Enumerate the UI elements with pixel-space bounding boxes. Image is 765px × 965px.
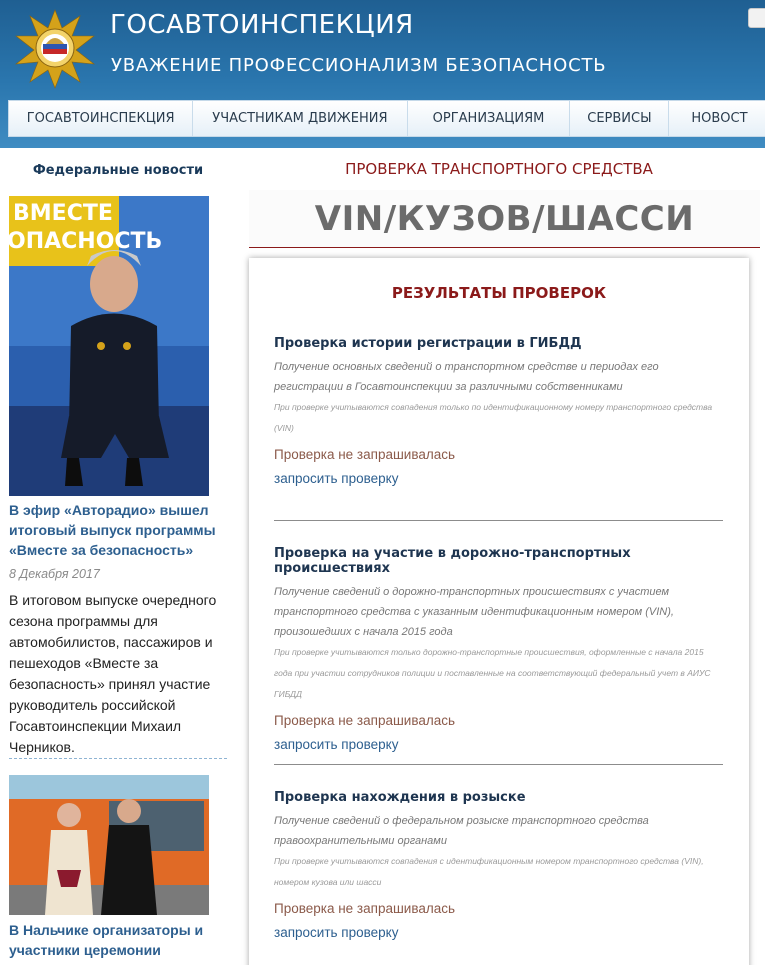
check-description: Получение основных сведений о транспортн… [274,361,659,393]
news-title-link[interactable]: В эфир «Авторадио» вышел итоговый выпуск… [9,500,231,560]
check-title: Проверка нахождения в розыске [274,790,526,805]
check-separator [274,520,723,521]
nav-item-services[interactable]: СЕРВИСЫ [570,101,670,136]
check-note: При проверке учитываются совпадения с ид… [274,856,704,887]
news-divider [9,758,227,759]
nav-item-gosavtoinspekciya[interactable]: ГОСАВТОИНСПЕКЦИЯ [9,101,194,136]
request-check-link[interactable]: запросить проверку [274,737,724,752]
federal-news-sidebar: Федеральные новости ВМЕСТЕ ОПАСНОСТЬ В э… [0,148,240,965]
main-navigation: ГОСАВТОИНСПЕКЦИЯ УЧАСТНИКАМ ДВИЖЕНИЯ ОРГ… [8,100,765,137]
check-status: Проверка не запрашивалась [274,901,456,916]
request-check-link[interactable]: запросить проверку [274,925,724,940]
gibdd-emblem-logo[interactable] [12,6,98,90]
check-separator [274,764,723,765]
check-note: При проверке учитываются только дорожно-… [274,647,711,699]
check-title: Проверка на участие в дорожно-транспортн… [274,546,631,576]
news-summary: В итоговом выпуске очередного сезона про… [9,592,217,755]
photo-caption-line2: ОПАСНОСТЬ [9,229,162,254]
check-description: Получение сведений о федеральном розыске… [274,815,649,847]
nav-item-organizations[interactable]: ОРГАНИЗАЦИЯМ [408,101,571,136]
check-status: Проверка не запрашивалась [274,447,456,462]
sidebar-heading: Федеральные новости [32,163,204,178]
nav-item-news[interactable]: НОВОСТ [669,101,765,136]
check-description: Получение сведений о дорожно-транспортны… [274,586,674,638]
page-title: ПРОВЕРКА ТРАНСПОРТНОГО СРЕДСТВА [345,160,653,178]
site-slogan: УВАЖЕНИЕ ПРОФЕССИОНАЛИЗМ БЕЗОПАСНОСТЬ [111,55,607,76]
site-title[interactable]: ГОСАВТОИНСПЕКЦИЯ [110,10,414,40]
check-block-registration: Проверка истории регистрации в ГИБДД Пол… [274,336,724,486]
results-card: РЕЗУЛЬТАТЫ ПРОВЕРОК Проверка истории рег… [249,258,749,965]
search-box-edge[interactable] [748,8,765,28]
vin-header-box: VIN/КУЗОВ/ШАССИ [249,190,760,248]
news-title-link-2[interactable]: В Нальчике организаторы и участники цере… [9,920,231,960]
request-check-link[interactable]: запросить проверку [274,471,724,486]
results-heading: РЕЗУЛЬТАТЫ ПРОВЕРОК [391,284,607,302]
check-status: Проверка не запрашивалась [274,713,456,728]
check-block-accidents: Проверка на участие в дорожно-транспортн… [274,546,724,752]
news-photo-studio[interactable]: ВМЕСТЕ ОПАСНОСТЬ [9,196,209,496]
check-note: При проверке учитываются совпадения толь… [274,402,713,433]
news-date: 8 Декабря 2017 [9,567,100,581]
photo-caption-line1: ВМЕСТЕ [13,201,113,226]
vin-title: VIN/КУЗОВ/ШАССИ [314,199,695,239]
check-title: Проверка истории регистрации в ГИБДД [274,336,582,351]
nav-item-participants[interactable]: УЧАСТНИКАМ ДВИЖЕНИЯ [193,101,408,136]
news-photo-ceremony[interactable] [9,775,209,915]
check-block-wanted: Проверка нахождения в розыске Получение … [274,790,724,940]
